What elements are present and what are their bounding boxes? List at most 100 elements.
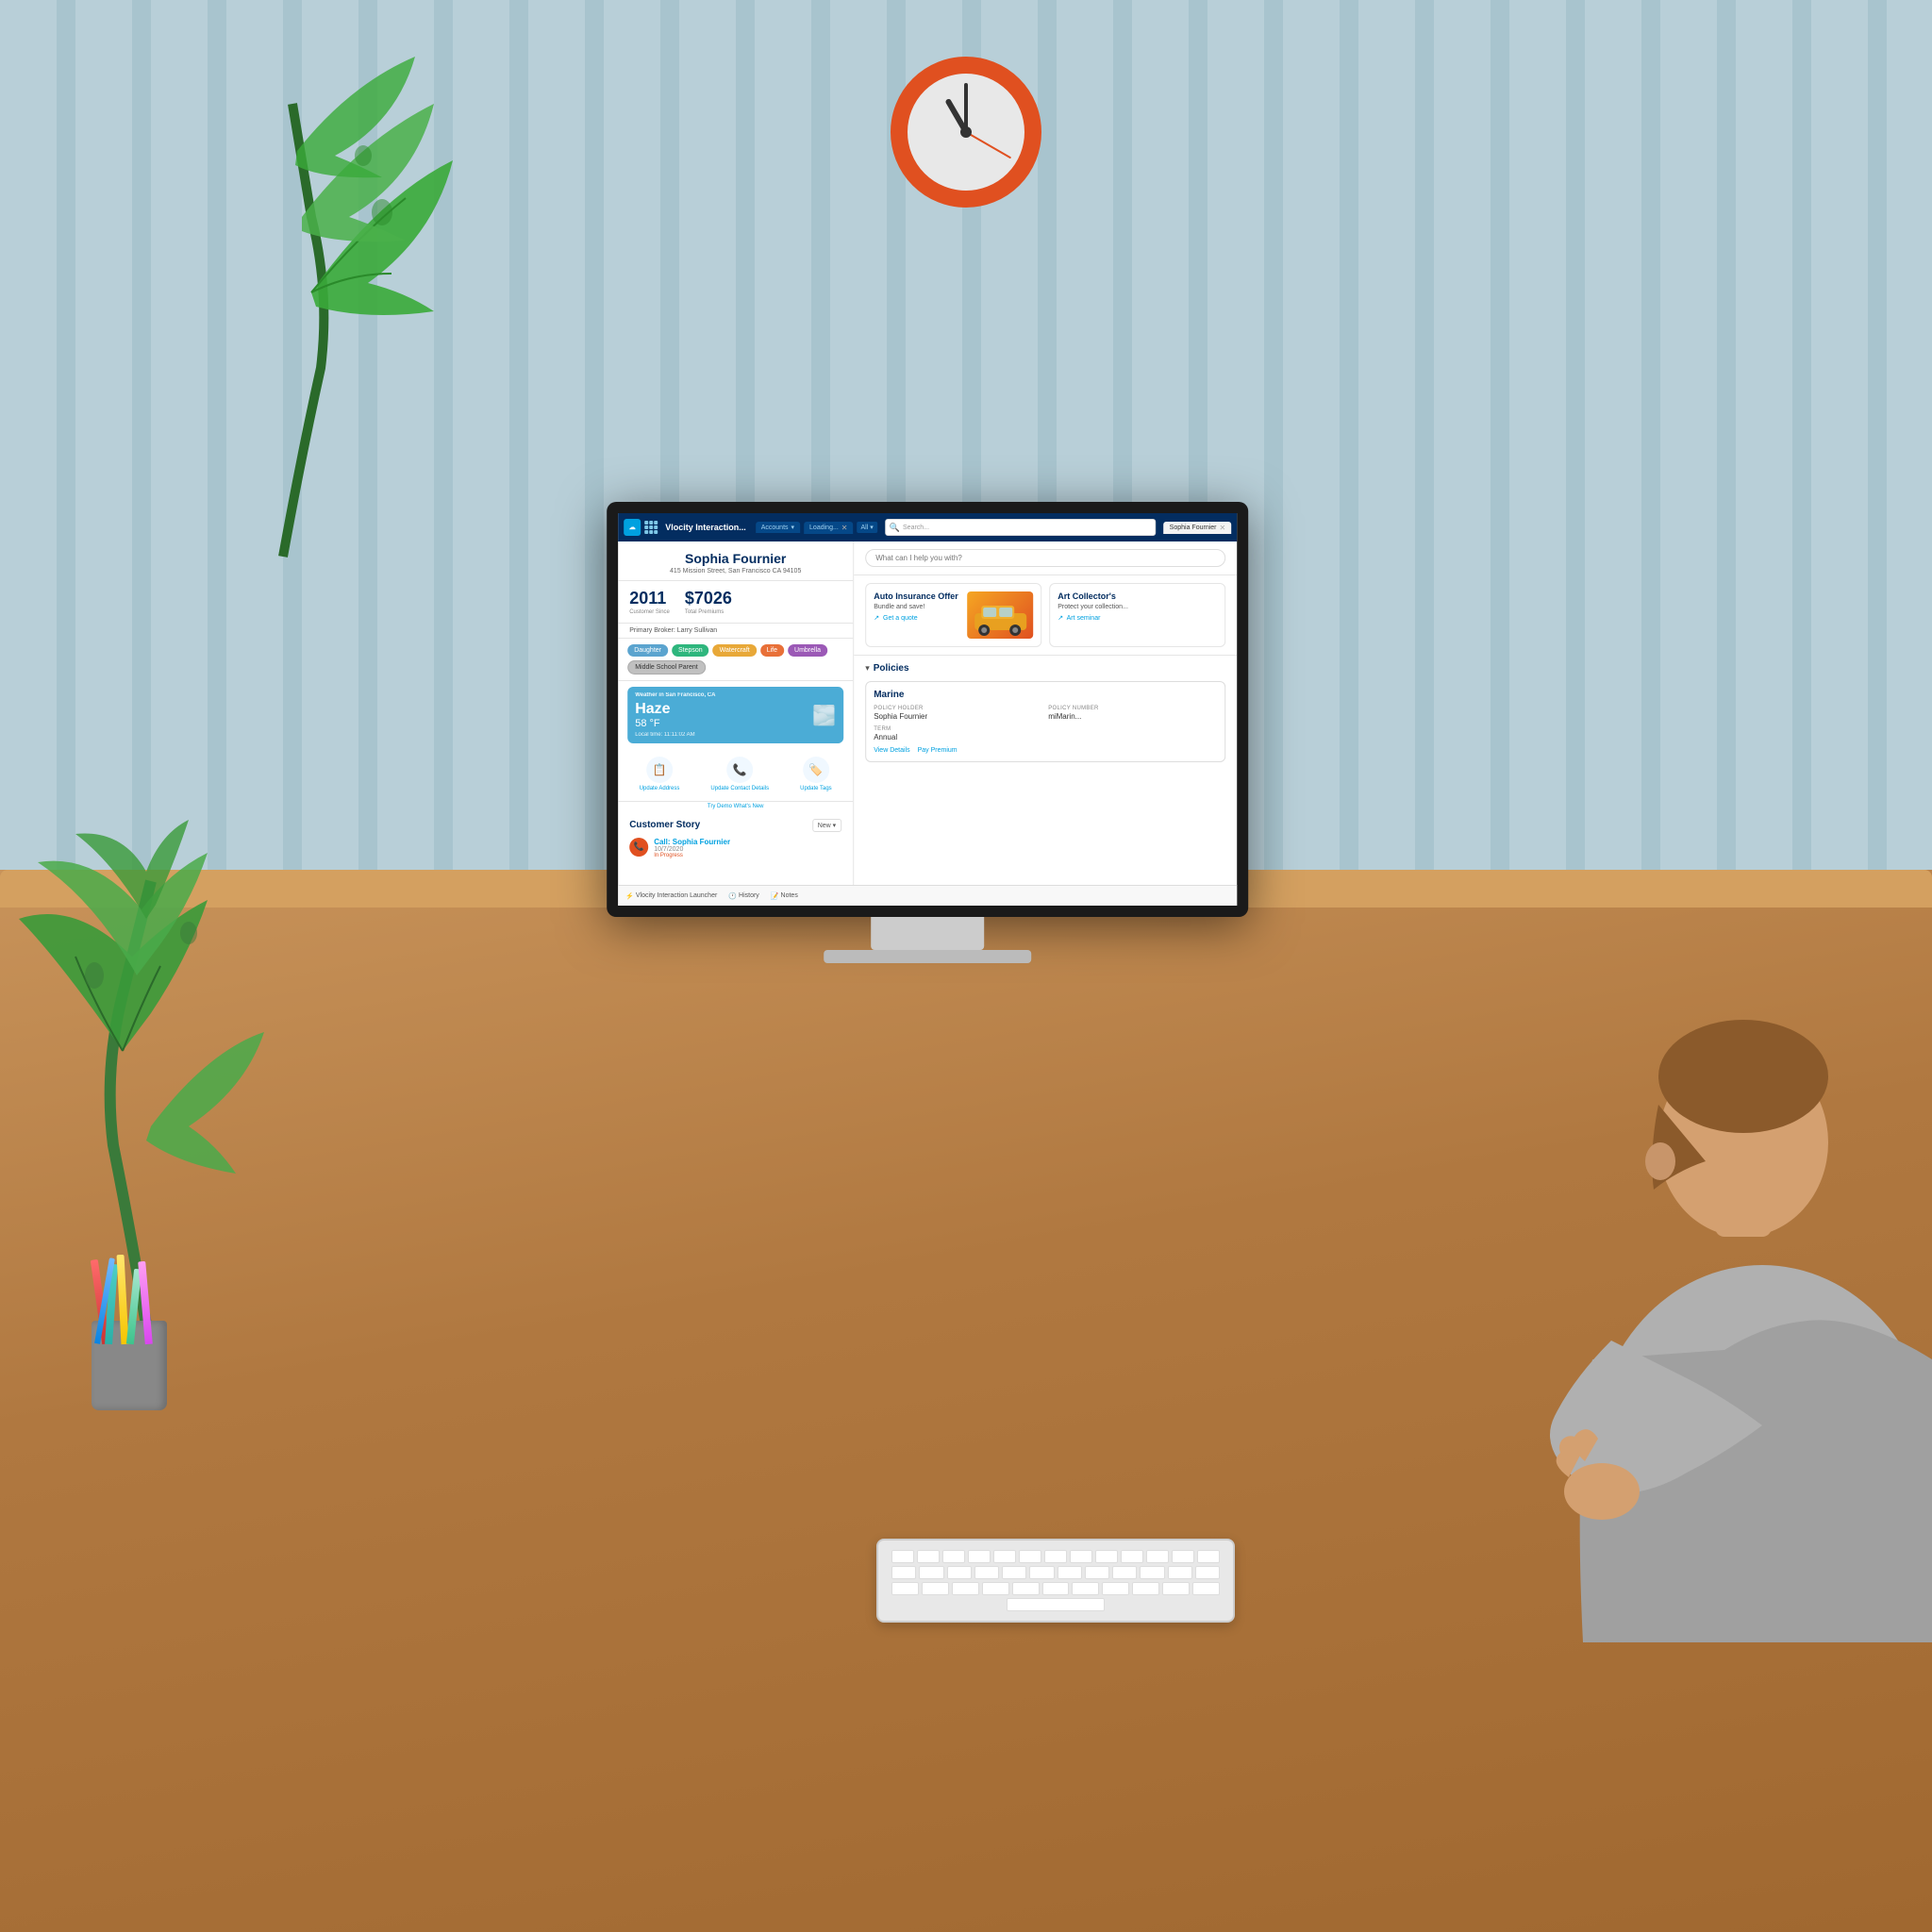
close-active-tab-icon[interactable]: ✕ [1219, 524, 1225, 532]
view-details-link[interactable]: View Details [874, 747, 909, 754]
art-collector-offer-card: Art Collector's Protect your collection.… [1049, 583, 1225, 647]
main-content-area: Sophia Fournier 415 Mission Street, San … [618, 541, 1237, 885]
bottom-tab-history[interactable]: 🕐 History [728, 892, 759, 900]
marine-policy-card: Marine POLICY HOLDER Sophia Fournier POL… [865, 681, 1225, 762]
key[interactable] [891, 1582, 919, 1595]
policies-chevron-icon[interactable]: ▾ [865, 663, 870, 674]
all-dropdown[interactable]: All ▾ [857, 522, 876, 533]
key[interactable] [1195, 1566, 1220, 1579]
tab-accounts[interactable]: Accounts ▾ [756, 522, 800, 533]
key[interactable] [1162, 1582, 1190, 1595]
key[interactable] [1044, 1550, 1067, 1563]
offers-section: Auto Insurance Offer Bundle and save! ↗ … [854, 575, 1237, 656]
key[interactable] [1012, 1582, 1040, 1595]
clock-minute-hand [964, 83, 968, 132]
key[interactable] [968, 1550, 991, 1563]
auto-offer-link[interactable]: ↗ Get a quote [874, 614, 961, 622]
tab-loading[interactable]: Loading... ✕ [804, 522, 853, 534]
monitor-base [824, 950, 1031, 963]
search-icon: 🔍 [890, 523, 900, 533]
new-story-button[interactable]: New ▾ [812, 819, 841, 832]
auto-offer-image [967, 591, 1033, 639]
key[interactable] [922, 1582, 949, 1595]
global-search[interactable]: 🔍 Search... [885, 519, 1157, 536]
weather-widget: Weather in San Francisco, CA Haze 58 °F … [627, 687, 843, 743]
policy-holder-field: POLICY HOLDER Sophia Fournier [874, 706, 1042, 721]
key[interactable] [891, 1550, 914, 1563]
key[interactable] [1042, 1582, 1070, 1595]
app-name: Vlocity Interaction... [665, 523, 746, 532]
demo-link[interactable]: Try Demo What's New [618, 802, 853, 811]
tag-msp[interactable]: Middle School Parent [627, 660, 706, 675]
pencil-cup [77, 1259, 181, 1410]
key[interactable] [942, 1550, 965, 1563]
key[interactable] [919, 1566, 943, 1579]
key[interactable] [1132, 1582, 1159, 1595]
action-update-contact[interactable]: 📞 Update Contact Details [710, 757, 769, 792]
policies-section: ▾ Policies Marine POLICY HOLDER Sophia F… [854, 656, 1237, 885]
key[interactable] [1168, 1566, 1192, 1579]
keyboard [876, 1539, 1235, 1623]
customer-story-section: Customer Story New ▾ 📞 Call: Sophia Four… [618, 811, 853, 866]
key[interactable] [1146, 1550, 1169, 1563]
key[interactable] [1095, 1550, 1118, 1563]
art-offer-link[interactable]: ↗ Art seminar [1058, 614, 1217, 622]
assist-search-input[interactable] [865, 549, 1225, 567]
tag-umbrella[interactable]: Umbrella [788, 644, 827, 657]
close-tab-icon[interactable]: ✕ [841, 524, 848, 532]
tag-life[interactable]: Life [760, 644, 784, 657]
key[interactable] [917, 1550, 940, 1563]
tab-sophia-fournier[interactable]: Sophia Fournier ✕ [1164, 522, 1232, 534]
key[interactable] [1197, 1550, 1220, 1563]
action-update-tags[interactable]: 🏷️ Update Tags [800, 757, 832, 792]
key[interactable] [952, 1582, 979, 1595]
key[interactable] [974, 1566, 999, 1579]
plant-right [113, 28, 566, 557]
launcher-icon: ⚡ [625, 892, 634, 900]
key[interactable] [1072, 1582, 1099, 1595]
key[interactable] [891, 1566, 916, 1579]
key[interactable] [1029, 1566, 1054, 1579]
auto-insurance-offer-card: Auto Insurance Offer Bundle and save! ↗ … [865, 583, 1041, 647]
bottom-tab-notes[interactable]: 📝 Notes [771, 892, 798, 900]
customer-tags: Daughter Stepson Watercraft Life Umbrell… [618, 639, 853, 681]
key[interactable] [993, 1550, 1016, 1563]
key[interactable] [1085, 1566, 1109, 1579]
clock-second-hand [966, 131, 1012, 158]
key[interactable] [1102, 1582, 1129, 1595]
key[interactable] [1112, 1566, 1137, 1579]
keyboard-body [876, 1539, 1235, 1623]
key[interactable] [982, 1582, 1009, 1595]
key[interactable] [947, 1566, 972, 1579]
story-item: 📞 Call: Sophia Fournier 10/7/2020 In Pro… [629, 838, 841, 858]
key[interactable] [1070, 1550, 1092, 1563]
spacebar-key[interactable] [1007, 1598, 1105, 1611]
tag-watercraft[interactable]: Watercraft [713, 644, 757, 657]
tag-stepson[interactable]: Stepson [672, 644, 709, 657]
wall-clock [891, 57, 1041, 208]
app-grid-icon[interactable] [644, 521, 658, 534]
bottom-tabs: ⚡ Vlocity Interaction Launcher 🕐 History… [618, 885, 1237, 906]
key[interactable] [1121, 1550, 1143, 1563]
key[interactable] [1172, 1550, 1194, 1563]
bottom-tab-launcher[interactable]: ⚡ Vlocity Interaction Launcher [625, 892, 717, 900]
tag-daughter[interactable]: Daughter [627, 644, 668, 657]
policies-header: ▾ Policies [865, 663, 1225, 674]
history-icon: 🕐 [728, 892, 737, 900]
key[interactable] [1002, 1566, 1026, 1579]
key[interactable] [1058, 1566, 1082, 1579]
update-contact-icon: 📞 [726, 757, 753, 783]
key[interactable] [1140, 1566, 1164, 1579]
pay-premium-link[interactable]: Pay Premium [918, 747, 958, 754]
broker-info: Primary Broker: Larry Sullivan [618, 624, 853, 639]
call-icon: 📞 [629, 838, 648, 857]
customer-name: Sophia Fournier [629, 551, 841, 566]
policy-term-field: TERM Annual [874, 726, 1042, 741]
update-address-icon: 📋 [646, 757, 673, 783]
stats-row: 2011 Customer Since $7026 Total Premiums [618, 581, 853, 624]
right-panel: Auto Insurance Offer Bundle and save! ↗ … [854, 541, 1237, 885]
auto-offer-layout: Auto Insurance Offer Bundle and save! ↗ … [874, 591, 1033, 639]
key[interactable] [1019, 1550, 1041, 1563]
action-update-address[interactable]: 📋 Update Address [640, 757, 680, 792]
key[interactable] [1192, 1582, 1220, 1595]
